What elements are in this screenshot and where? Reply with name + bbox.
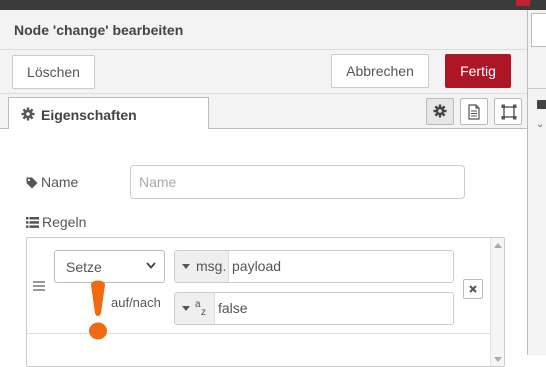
scroll-down-icon[interactable] <box>494 357 502 362</box>
description-icon <box>468 104 480 120</box>
dialog-toolbar: Löschen Abbrechen Fertig <box>0 50 527 94</box>
az-string-icon: az <box>195 299 206 318</box>
drag-handle-icon[interactable] <box>33 281 45 291</box>
name-input[interactable] <box>130 165 465 199</box>
list-icon <box>26 217 39 228</box>
rules-label: Regeln <box>26 214 86 230</box>
tag-icon <box>26 177 38 189</box>
value-type-selector[interactable]: az <box>175 293 215 324</box>
edit-dialog: Node 'change' bearbeiten Löschen Abbrech… <box>0 10 527 367</box>
rule-value-input[interactable]: az false <box>174 292 454 325</box>
dialog-title: Node 'change' bearbeiten <box>14 22 184 38</box>
cancel-button[interactable]: Abbrechen <box>331 54 429 88</box>
name-label-text: Name <box>41 174 79 190</box>
chevron-down-icon <box>146 262 156 269</box>
sidebar-chevron-icon[interactable]: ⌄ <box>536 119 544 130</box>
dialog-header: Node 'change' bearbeiten <box>0 10 527 50</box>
name-label: Name <box>26 174 78 190</box>
editor-top-bar <box>0 0 546 10</box>
rules-label-text: Regeln <box>42 214 87 230</box>
close-icon <box>469 285 477 293</box>
tab-description-button[interactable] <box>460 98 488 125</box>
rule-to-label: auf/nach <box>111 295 161 310</box>
target-value: payload <box>232 258 282 274</box>
delete-button[interactable]: Löschen <box>12 55 95 89</box>
gear-icon <box>21 107 35 121</box>
remove-rule-button[interactable] <box>463 279 483 299</box>
done-button[interactable]: Fertig <box>445 54 511 88</box>
tab-properties-label: Eigenschaften <box>41 107 137 123</box>
tab-settings-button[interactable] <box>426 98 454 125</box>
caret-down-icon <box>182 306 190 311</box>
target-type-selector[interactable]: msg. <box>175 251 229 282</box>
sidebar-icon[interactable] <box>537 100 546 109</box>
tab-properties[interactable]: Eigenschaften <box>8 97 209 130</box>
scroll-up-icon[interactable] <box>494 243 502 248</box>
appearance-icon <box>501 104 517 120</box>
rule-action-value: Setze <box>66 259 102 275</box>
properties-form: Name Regeln Setze <box>0 129 527 367</box>
target-type-label: msg. <box>196 258 227 274</box>
dialog-tabs: Eigenschaften <box>0 94 527 130</box>
sidebar-tab[interactable] <box>531 13 546 47</box>
sidebar-divider <box>528 88 546 89</box>
rules-scrollbar[interactable] <box>490 238 504 366</box>
sidebar-edge: ⌄ <box>527 10 546 355</box>
gear-icon <box>433 104 447 118</box>
top-bar-accent <box>516 0 530 6</box>
caret-down-icon <box>182 264 190 269</box>
exclamation-mark-icon <box>89 280 107 340</box>
tab-appearance-button[interactable] <box>494 98 522 125</box>
rule-value: false <box>218 300 248 316</box>
rule-target-input[interactable]: msg. payload <box>174 250 454 283</box>
